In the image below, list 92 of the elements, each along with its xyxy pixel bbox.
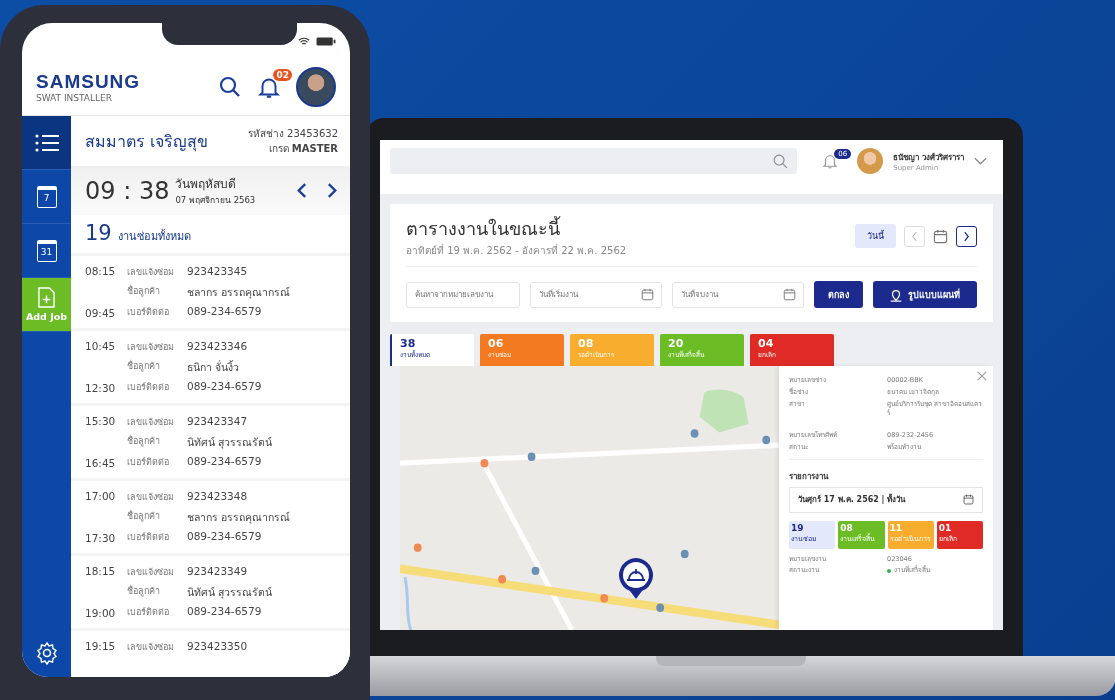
field-value: ธนิกา จั่นงิ้ว bbox=[187, 359, 240, 375]
job-card[interactable]: 10:45 12:30 เลขแจ้งซ่อม 923423346 ชื่อลูกค้า ธนิกา จั่นงิ้ว เบอร์ติดต่อ 089-234-6579 bbox=[71, 331, 350, 403]
field-value: ชลากร อรรถคุณากรณ์ bbox=[187, 509, 291, 526]
job-card[interactable]: 15:30 16:45 เลขแจ้งซ่อม 923423347 ชื่อลูกค้า นิทัศน์ สุวรรณรัตน์ เบอร์ติดต่อ 089-234-6579 bbox=[71, 406, 350, 478]
field-value: 923423346 bbox=[187, 340, 248, 354]
date-text: 07 พฤศจิกายน 2563 bbox=[175, 194, 257, 207]
field-value: 089-234-6579 bbox=[187, 305, 262, 319]
field-label: เบอร์ติดต่อ bbox=[127, 531, 170, 544]
field-label: ชื่อลูกค้า bbox=[127, 359, 161, 374]
field-label: ชื่อลูกค้า bbox=[127, 284, 161, 299]
nav-item[interactable] bbox=[22, 116, 71, 170]
ok-button[interactable]: ตกลง bbox=[814, 281, 863, 308]
calendar-icon[interactable] bbox=[963, 494, 974, 505]
field-label: เลขแจ้งซ่อม bbox=[127, 341, 175, 354]
field-label: ชื่อลูกค้า bbox=[127, 434, 161, 449]
user-name: ธนัชญา วงศ์วริศรารา bbox=[893, 151, 964, 164]
app-subtitle: SWAT INSTALLER bbox=[36, 93, 113, 103]
calendar-icon[interactable] bbox=[933, 228, 948, 244]
field-label: เลขแจ้งซ่อม bbox=[127, 641, 175, 654]
next-icon[interactable] bbox=[327, 182, 338, 199]
field-value: 923423349 bbox=[187, 565, 248, 579]
field-label: เบอร์ติดต่อ bbox=[127, 606, 170, 619]
section-title: รายการงาน bbox=[789, 470, 830, 483]
brand-logo: SAMSUNG bbox=[36, 71, 142, 93]
end-time: 16:45 bbox=[85, 457, 117, 469]
job-card[interactable]: 17:00 17:30 เลขแจ้งซ่อม 923423348 ชื่อลูกค้า ชลากร อรรถคุณากรณ์ เบอร์ติดต่อ 089-234-6579 bbox=[71, 481, 350, 553]
field-value: 089-234-6579 bbox=[187, 605, 262, 619]
technician-code: รหัสช่าง 23453632 bbox=[247, 127, 338, 141]
menu-icon[interactable] bbox=[34, 132, 59, 153]
field-label: เลขแจ้งซ่อม bbox=[127, 491, 175, 504]
job-card[interactable]: 19:15 เลขแจ้งซ่อม 923423350 bbox=[71, 631, 350, 677]
end-date-field[interactable]: วันที่จบงาน bbox=[672, 281, 804, 308]
field-value: 089-234-6579 bbox=[187, 530, 262, 544]
job-search-field[interactable]: ค้นหาจากหมายเลขงาน bbox=[406, 281, 520, 308]
field-label: เลขแจ้งซ่อม bbox=[127, 566, 175, 579]
field-value: นิทัศน์ สุวรรณรัตน์ bbox=[187, 434, 273, 451]
notification-badge: 02 bbox=[273, 69, 292, 81]
field-label: เลขแจ้งซ่อม bbox=[127, 266, 175, 279]
end-time: 19:00 bbox=[85, 607, 117, 619]
battery-icon bbox=[316, 37, 336, 46]
field-label: ชื่อลูกค้า bbox=[127, 509, 161, 524]
technician-grade: เกรด MASTER bbox=[268, 142, 338, 156]
chevron-right-icon[interactable] bbox=[963, 230, 970, 242]
job-count: 19 bbox=[85, 221, 112, 245]
end-time: 09:45 bbox=[85, 307, 117, 319]
end-time: 12:30 bbox=[85, 382, 117, 394]
next-button[interactable] bbox=[956, 225, 977, 247]
field-value: 923423350 bbox=[187, 640, 248, 654]
today-button[interactable]: วันนี้ bbox=[855, 224, 896, 248]
field-label: เบอร์ติดต่อ bbox=[127, 456, 170, 469]
job-card[interactable]: 18:15 19:00 เลขแจ้งซ่อม 923423349 ชื่อลูกค้า นิทัศน์ สุวรรณรัตน์ เบอร์ติดต่อ 089-234-6579 bbox=[71, 556, 350, 628]
field-value: นิทัศน์ สุวรรณรัตน์ bbox=[187, 584, 273, 601]
field-value: 089-234-6579 bbox=[187, 455, 262, 469]
avatar[interactable] bbox=[296, 67, 336, 107]
search-field[interactable] bbox=[390, 148, 798, 174]
start-time: 17:00 bbox=[85, 490, 117, 502]
job-count-label: งานซ่อมทั้งหมด bbox=[117, 228, 191, 245]
field-value: 923423345 bbox=[187, 265, 248, 279]
field-value: 923423348 bbox=[187, 490, 248, 504]
start-time: 10:45 bbox=[85, 340, 117, 352]
bell-icon[interactable] bbox=[821, 152, 840, 170]
calendar-icon[interactable] bbox=[641, 287, 654, 301]
search-icon[interactable] bbox=[218, 75, 242, 99]
chevron-down-icon[interactable] bbox=[974, 157, 987, 165]
date-field[interactable]: วันศุกร์ 17 พ.ค. 2562 | ทั้งวัน bbox=[789, 486, 983, 513]
field-label: เบอร์ติดต่อ bbox=[127, 306, 170, 319]
field-label: เบอร์ติดต่อ bbox=[127, 381, 170, 394]
technician-name: สมมาตร เจริญสุข bbox=[85, 130, 210, 154]
date-range: อาทิตย์ที่ 19 พ.ค. 2562 - อังคารที่ 22 พ.ค. 2562 bbox=[406, 243, 628, 258]
start-time: 08:15 bbox=[85, 265, 117, 277]
job-card[interactable]: 08:15 09:45 เลขแจ้งซ่อม 923423345 ชื่อลูกค้า ชลากร อรรถคุณากรณ์ เบอร์ติดต่อ 089-234-6579 bbox=[71, 256, 350, 328]
map-view-button[interactable]: รูปแบบแผนที่ bbox=[873, 281, 977, 308]
page-title: ตารางงานในขณะนี้ bbox=[406, 215, 562, 241]
field-label: ชื่อลูกค้า bbox=[127, 584, 161, 599]
close-icon[interactable] bbox=[977, 371, 987, 381]
field-value: ชลากร อรรถคุณากรณ์ bbox=[187, 284, 291, 301]
start-time: 18:15 bbox=[85, 565, 117, 577]
previous-icon[interactable] bbox=[296, 182, 307, 199]
field-value: 923423347 bbox=[187, 415, 248, 429]
wifi-icon bbox=[298, 37, 310, 46]
start-time: 15:30 bbox=[85, 415, 117, 427]
end-time: 17:30 bbox=[85, 532, 117, 544]
field-value: 089-234-6579 bbox=[187, 380, 262, 394]
location-pin-icon bbox=[618, 558, 654, 600]
calendar-icon[interactable] bbox=[783, 287, 796, 301]
field-label: เลขแจ้งซ่อม bbox=[127, 416, 175, 429]
settings-icon[interactable] bbox=[34, 641, 59, 665]
start-time: 19:15 bbox=[85, 640, 117, 652]
day-name: วันพฤหัสบดี bbox=[175, 176, 238, 193]
map-pin-icon[interactable] bbox=[889, 287, 903, 302]
clock-time: 09 : 38 bbox=[85, 176, 170, 205]
start-date-field[interactable]: วันที่เริ่มงาน bbox=[530, 281, 662, 308]
